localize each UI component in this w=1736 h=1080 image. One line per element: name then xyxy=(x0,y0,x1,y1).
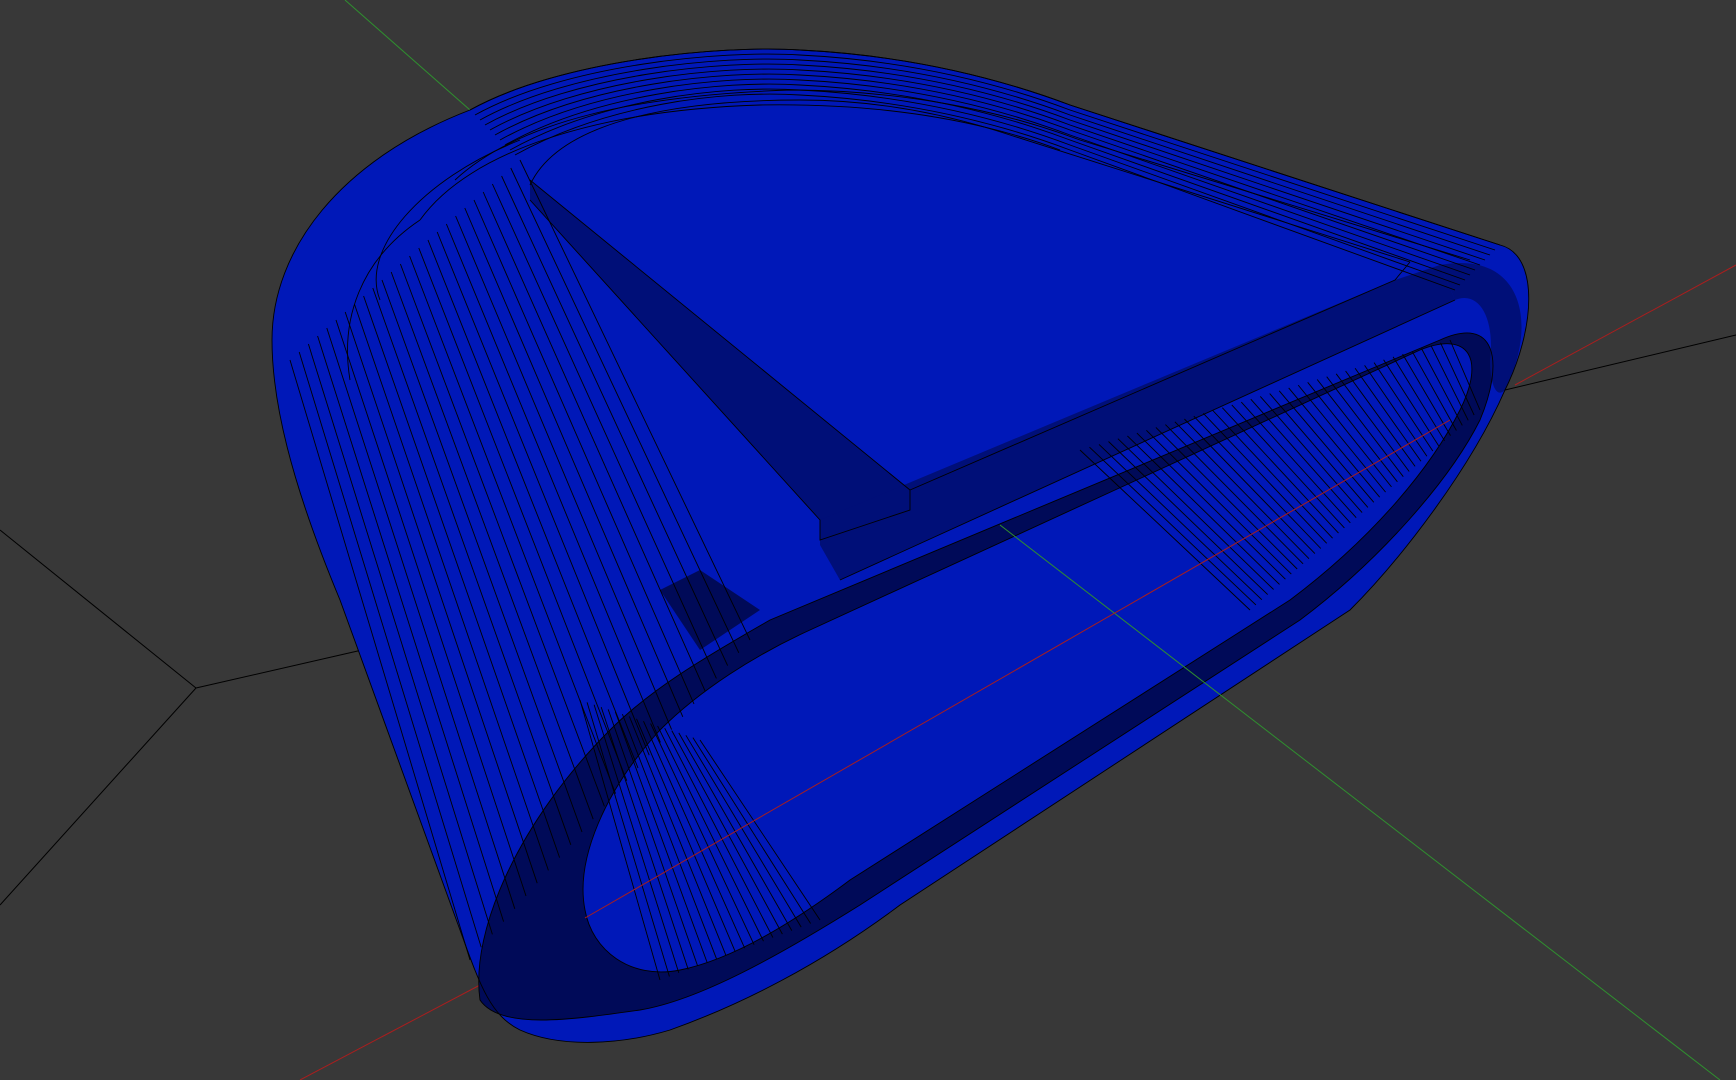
3d-scene[interactable] xyxy=(0,0,1736,1080)
3d-viewport[interactable] xyxy=(0,0,1736,1080)
